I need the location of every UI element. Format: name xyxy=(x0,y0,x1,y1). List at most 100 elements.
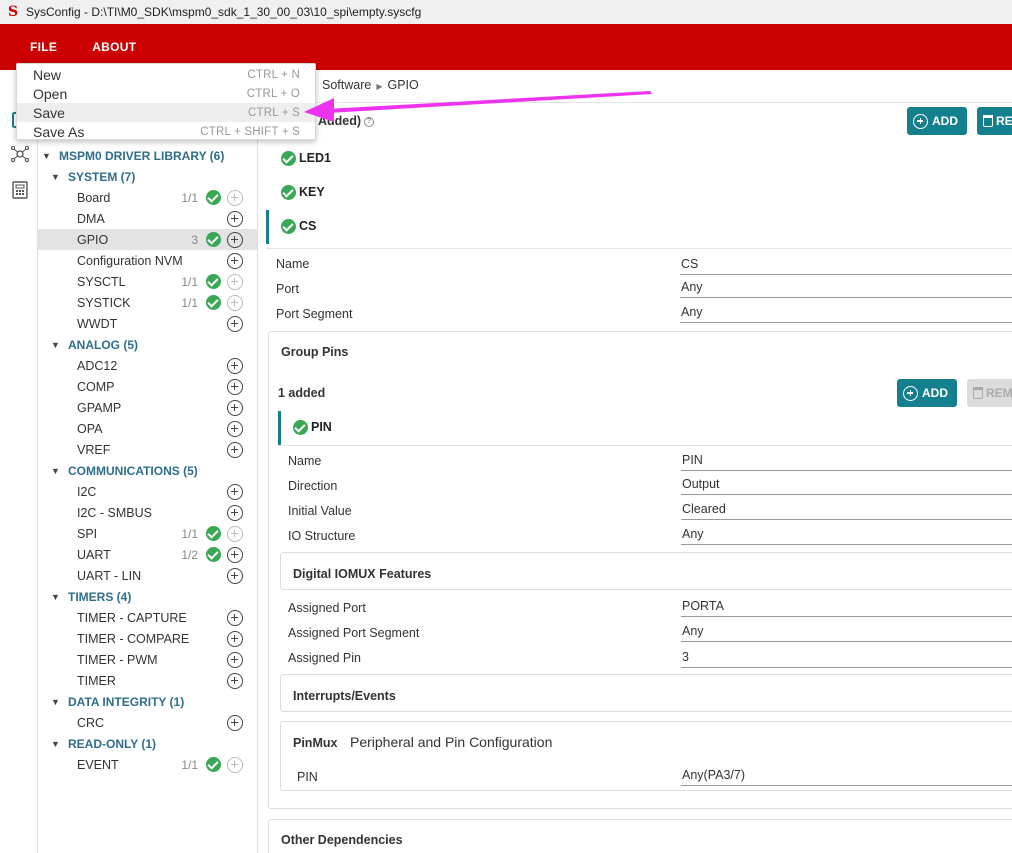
sidebar-item-adc12[interactable]: ADC12 xyxy=(38,355,257,376)
add-module-icon[interactable] xyxy=(227,651,243,668)
io-structure-select[interactable]: Any xyxy=(681,527,1012,545)
add-pin-button[interactable]: ADD xyxy=(897,379,957,407)
pinmux-pin-select[interactable]: Any(PA3/7) xyxy=(681,768,1012,786)
sidebar-item-i2c-smbus[interactable]: I2C - SMBUS xyxy=(38,502,257,523)
menu-item-save[interactable]: Save CTRL + S xyxy=(17,103,315,122)
device-view-icon[interactable] xyxy=(10,144,30,164)
category-node[interactable]: ▼ READ-ONLY (1) xyxy=(38,733,257,754)
menu-item-open[interactable]: Open CTRL + O xyxy=(17,84,315,103)
add-module-icon[interactable] xyxy=(227,525,243,542)
instance-led1[interactable]: LED1 xyxy=(281,141,331,175)
instance-count: 1/1 xyxy=(181,526,198,541)
caret-down-icon[interactable]: ▼ xyxy=(51,592,61,602)
sidebar-item-systick[interactable]: SYSTICK 1/1 xyxy=(38,292,257,313)
sidebar-item-timer-pwm[interactable]: TIMER - PWM xyxy=(38,649,257,670)
add-module-icon[interactable] xyxy=(227,567,243,584)
add-module-icon[interactable] xyxy=(227,483,243,500)
name-field[interactable]: CS xyxy=(680,257,1012,275)
left-icon-rail xyxy=(0,70,38,853)
add-module-icon[interactable] xyxy=(227,756,243,773)
add-module-icon[interactable] xyxy=(227,672,243,689)
sidebar-item-i2c[interactable]: I2C xyxy=(38,481,257,502)
sidebar-item-uart[interactable]: UART 1/2 xyxy=(38,544,257,565)
other-dependencies-title: Other Dependencies xyxy=(281,833,403,847)
sidebar-item-gpamp[interactable]: GPAMP xyxy=(38,397,257,418)
sidebar-item-spi[interactable]: SPI 1/1 xyxy=(38,523,257,544)
library-node[interactable]: ▼ MSPM0 DRIVER LIBRARY (6) xyxy=(38,145,257,166)
check-icon xyxy=(206,190,221,205)
sidebar-item-uart-lin[interactable]: UART - LIN xyxy=(38,565,257,586)
sidebar-item-opa[interactable]: OPA xyxy=(38,418,257,439)
category-node[interactable]: ▼ COMMUNICATIONS (5) xyxy=(38,460,257,481)
file-menu[interactable]: FILE xyxy=(0,40,57,54)
menu-item-new[interactable]: New CTRL + N xyxy=(17,65,315,84)
remove-instance-button[interactable]: RE xyxy=(977,107,1012,135)
add-module-icon[interactable] xyxy=(227,315,243,332)
sysconfig-logo-icon: S xyxy=(7,4,19,20)
check-icon xyxy=(206,232,221,247)
add-module-icon[interactable] xyxy=(227,609,243,626)
add-module-icon[interactable] xyxy=(227,504,243,521)
sidebar-item-dma[interactable]: DMA xyxy=(38,208,257,229)
add-module-icon[interactable] xyxy=(227,294,243,311)
assigned-pin-field[interactable]: 3 xyxy=(681,650,1012,668)
caret-down-icon[interactable]: ▼ xyxy=(51,172,61,182)
sidebar-item-timer[interactable]: TIMER xyxy=(38,670,257,691)
add-module-icon[interactable] xyxy=(227,189,243,206)
pinmux-subtitle: Peripheral and Pin Configuration xyxy=(350,734,553,750)
add-module-icon[interactable] xyxy=(227,252,243,269)
add-module-icon[interactable] xyxy=(227,630,243,647)
add-module-icon[interactable] xyxy=(227,714,243,731)
assigned-port-select[interactable]: PORTA xyxy=(681,599,1012,617)
initial-value-select[interactable]: Cleared xyxy=(681,502,1012,520)
assigned-port-segment-select[interactable]: Any xyxy=(681,624,1012,642)
port-segment-label: Port Segment xyxy=(276,307,353,321)
instance-cs[interactable]: CS xyxy=(281,209,316,243)
sidebar-item-timer-compare[interactable]: TIMER - COMPARE xyxy=(38,628,257,649)
add-module-icon[interactable] xyxy=(227,273,243,290)
menu-item-save-as[interactable]: Save As CTRL + SHIFT + S xyxy=(17,122,315,141)
sidebar-item-wwdt[interactable]: WWDT xyxy=(38,313,257,334)
add-module-icon[interactable] xyxy=(227,441,243,458)
sidebar-item-configuration-nvm[interactable]: Configuration NVM xyxy=(38,250,257,271)
caret-down-icon[interactable]: ▼ xyxy=(51,697,61,707)
add-module-icon[interactable] xyxy=(227,546,243,563)
caret-down-icon[interactable]: ▼ xyxy=(51,466,61,476)
add-module-icon[interactable] xyxy=(227,210,243,227)
add-module-icon[interactable] xyxy=(227,378,243,395)
caret-down-icon[interactable]: ▼ xyxy=(51,340,61,350)
direction-label: Direction xyxy=(288,479,338,493)
add-module-icon[interactable] xyxy=(227,357,243,374)
remove-pin-button[interactable]: REM xyxy=(967,379,1012,407)
category-node[interactable]: ▼ TIMERS (4) xyxy=(38,586,257,607)
sidebar-item-timer-capture[interactable]: TIMER - CAPTURE xyxy=(38,607,257,628)
pin-name-field[interactable]: PIN xyxy=(681,453,1012,471)
direction-select[interactable]: Output xyxy=(681,477,1012,495)
about-menu[interactable]: ABOUT xyxy=(57,40,136,54)
caret-down-icon[interactable]: ▼ xyxy=(42,151,52,161)
sidebar-item-comp[interactable]: COMP xyxy=(38,376,257,397)
add-module-icon[interactable] xyxy=(227,420,243,437)
port-select[interactable]: Any xyxy=(680,280,1012,298)
add-module-icon[interactable] xyxy=(227,399,243,416)
sidebar-item-crc[interactable]: CRC xyxy=(38,712,257,733)
caret-down-icon[interactable]: ▼ xyxy=(51,739,61,749)
instance-key[interactable]: KEY xyxy=(281,175,325,209)
sidebar-item-gpio[interactable]: GPIO 3 xyxy=(38,229,257,250)
calculator-icon[interactable] xyxy=(10,180,30,200)
sidebar-item-board[interactable]: Board 1/1 xyxy=(38,187,257,208)
category-node[interactable]: ▼ DATA INTEGRITY (1) xyxy=(38,691,257,712)
category-node[interactable]: ▼ SYSTEM (7) xyxy=(38,166,257,187)
port-segment-select[interactable]: Any xyxy=(680,305,1012,323)
sidebar-item-event[interactable]: EVENT 1/1 xyxy=(38,754,257,775)
add-module-icon[interactable] xyxy=(227,231,243,248)
sidebar-item-label: Configuration NVM xyxy=(77,253,183,268)
pinmux-title: PinMux xyxy=(293,736,338,750)
add-instance-button[interactable]: ADD xyxy=(907,107,967,135)
sidebar-item-sysctl[interactable]: SYSCTL 1/1 xyxy=(38,271,257,292)
pin-instance[interactable]: PIN xyxy=(293,410,332,444)
file-dropdown-menu: New CTRL + N Open CTRL + O Save CTRL + S… xyxy=(16,63,316,140)
category-node[interactable]: ▼ ANALOG (5) xyxy=(38,334,257,355)
instance-count: 3 xyxy=(191,232,198,247)
sidebar-item-vref[interactable]: VREF xyxy=(38,439,257,460)
